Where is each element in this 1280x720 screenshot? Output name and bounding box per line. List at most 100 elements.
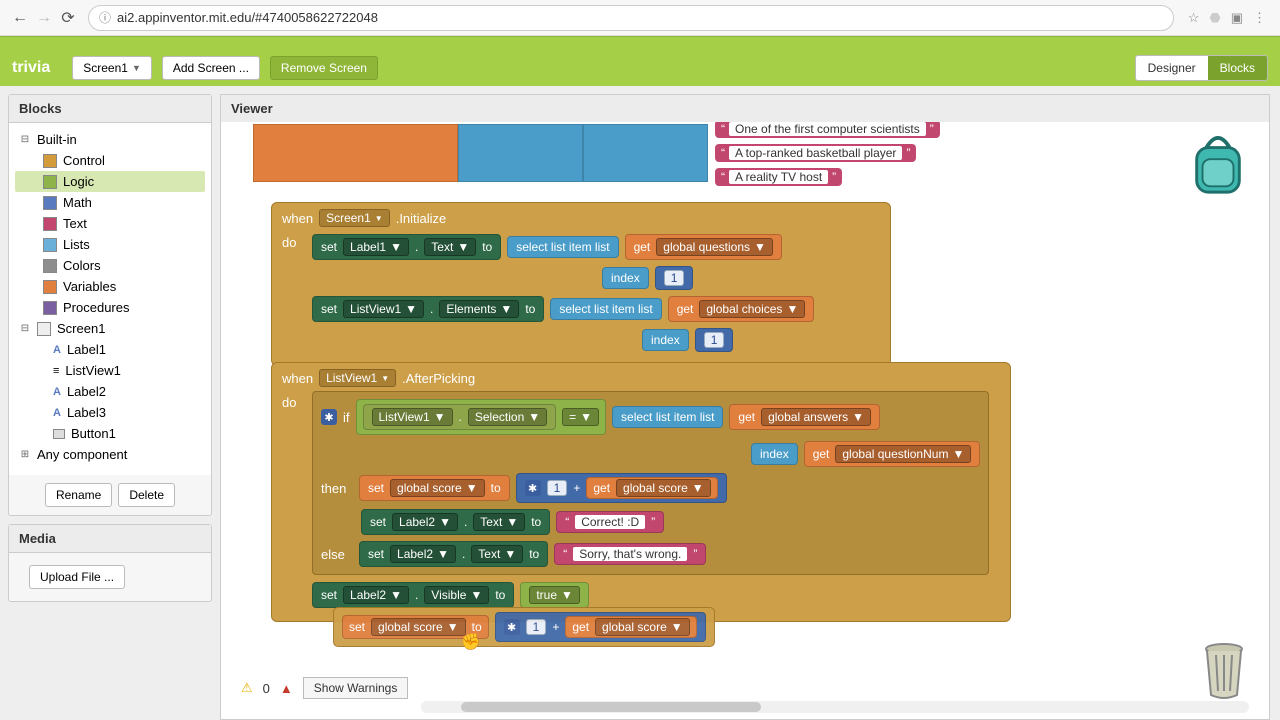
blocks-panel-header: Blocks (9, 95, 211, 123)
set-block[interactable]: set ListView1▼. Elements▼ to (312, 296, 544, 322)
tree-variables[interactable]: Variables (15, 276, 205, 297)
set-global-block[interactable]: set global score▼ to (359, 475, 510, 501)
tree-builtin[interactable]: ⊟Built-in (15, 129, 205, 150)
text-block[interactable]: “ Correct! :D ” (556, 511, 664, 533)
tree-math[interactable]: Math (15, 192, 205, 213)
equals-block[interactable]: ListView1▼. Selection▼ =▼ (356, 399, 607, 435)
top-partial-blocks (253, 124, 708, 182)
get-block[interactable]: get global answers▼ (729, 404, 880, 430)
component-dropdown[interactable]: Screen1▼ (319, 209, 390, 227)
get-block[interactable]: get global questions▼ (625, 234, 782, 260)
rename-button[interactable]: Rename (45, 483, 112, 507)
prop-dropdown[interactable]: ListView1▼ (343, 300, 424, 318)
add-screen-button[interactable]: Add Screen ... (162, 56, 260, 80)
if-block[interactable]: ✱ if ListView1▼. Selection▼ =▼ (312, 391, 989, 575)
text-block[interactable]: “ Sorry, that's wrong. ” (554, 543, 706, 565)
text-block[interactable]: “ A reality TV host ” (715, 168, 842, 186)
index-slot[interactable]: index (642, 329, 689, 351)
index-slot[interactable]: index (602, 267, 649, 289)
set-block[interactable]: set Label2▼. Text▼ to (359, 541, 548, 567)
index-slot[interactable]: index (751, 443, 798, 465)
address-bar[interactable]: ⓘ ai2.appinventor.mit.edu/#4740058622722… (88, 5, 1174, 31)
text-block[interactable]: “ A top-ranked basketball player ” (715, 144, 916, 162)
label-icon: A (53, 344, 61, 356)
prop-dropdown[interactable]: Text▼ (424, 238, 476, 256)
tree-logic[interactable]: Logic (15, 171, 205, 192)
trash-icon[interactable] (1199, 641, 1249, 699)
tree-screen1[interactable]: ⊟Screen1 (15, 318, 205, 339)
select-list-item-block[interactable]: select list item list (550, 298, 661, 320)
get-block[interactable]: get global questionNum▼ (804, 441, 981, 467)
get-block[interactable]: get global score▼ (565, 616, 696, 638)
upload-file-button[interactable]: Upload File ... (29, 565, 125, 589)
tree-procedures[interactable]: Procedures (15, 297, 205, 318)
op-dropdown[interactable]: =▼ (562, 408, 599, 426)
prop-dropdown[interactable]: Label1▼ (343, 238, 409, 256)
collapse-icon: ⊟ (19, 134, 31, 145)
extension-icon[interactable]: ⬣ (1209, 10, 1220, 26)
tree-text[interactable]: Text (15, 213, 205, 234)
plus-block[interactable]: ✱ 1 + get global score▼ (516, 473, 727, 503)
backpack-icon[interactable] (1187, 132, 1249, 198)
get-block[interactable]: get global score▼ (586, 477, 717, 499)
gear-icon[interactable]: ✱ (525, 480, 541, 496)
star-icon[interactable]: ☆ (1188, 10, 1200, 26)
tree-button1[interactable]: Button1 (15, 423, 205, 444)
set-block[interactable]: set Label2▼. Text▼ to (361, 509, 550, 535)
info-icon: ⓘ (99, 9, 111, 26)
delete-button[interactable]: Delete (118, 483, 175, 507)
reload-icon[interactable]: ⟳ (56, 6, 80, 30)
selection-block[interactable]: ListView1▼. Selection▼ (363, 404, 557, 430)
gear-icon[interactable]: ✱ (504, 619, 520, 635)
remove-screen-button[interactable]: Remove Screen (270, 56, 378, 80)
set-block[interactable]: set Label1▼. Text▼ to (312, 234, 501, 260)
button-icon (53, 429, 65, 439)
media-panel: Media Upload File ... (8, 524, 212, 602)
designer-tab[interactable]: Designer (1136, 56, 1208, 80)
left-column: Blocks ⊟Built-in Control Logic Math Text… (0, 86, 220, 720)
chevron-down-icon: ▼ (132, 63, 141, 73)
blocks-tab[interactable]: Blocks (1208, 56, 1267, 80)
tree-label2[interactable]: ALabel2 (15, 381, 205, 402)
collapse-icon: ⊟ (19, 323, 31, 334)
tree-buttons: Rename Delete (9, 475, 211, 515)
viewer-header: Viewer (220, 94, 1270, 122)
get-block[interactable]: get global choices▼ (668, 296, 815, 322)
blocks-workspace[interactable]: “ One of the first computer scientists ”… (220, 122, 1270, 720)
forward-icon[interactable]: → (32, 6, 56, 30)
lists-icon (43, 238, 57, 252)
detached-set-block[interactable]: set global score▼ to ✱ 1 + get global sc… (333, 607, 715, 647)
gear-icon[interactable]: ✱ (321, 409, 337, 425)
true-block[interactable]: true▼ (520, 582, 589, 608)
tree-label3[interactable]: ALabel3 (15, 402, 205, 423)
prop-dropdown[interactable]: Elements▼ (439, 300, 519, 318)
procedures-icon (43, 301, 57, 315)
screen-select[interactable]: Screen1▼ (72, 56, 152, 80)
media-panel-header: Media (9, 525, 211, 553)
when-screen1-initialize-block[interactable]: when Screen1▼ .Initialize do set Label1▼… (271, 202, 891, 366)
control-icon (43, 154, 57, 168)
menu-icon[interactable]: ⋮ (1253, 10, 1266, 26)
tree-control[interactable]: Control (15, 150, 205, 171)
tree-any[interactable]: ⊞Any component (15, 444, 205, 465)
select-list-item-block[interactable]: select list item list (612, 406, 723, 428)
horizontal-scrollbar[interactable] (421, 701, 1249, 713)
number-block[interactable]: 1 (655, 266, 694, 290)
plus-block[interactable]: ✱ 1 + get global score▼ (495, 612, 706, 642)
tree-label1[interactable]: ALabel1 (15, 339, 205, 360)
cursor-icon: ✊ (461, 632, 481, 652)
cast-icon[interactable]: ▣ (1231, 10, 1243, 26)
expand-icon: ⊞ (19, 449, 31, 460)
number-block[interactable]: 1 (695, 328, 734, 352)
viewer-column: Viewer “ One of the first computer scien… (220, 86, 1280, 720)
tree-colors[interactable]: Colors (15, 255, 205, 276)
component-dropdown[interactable]: ListView1▼ (319, 369, 396, 387)
show-warnings-button[interactable]: Show Warnings (303, 677, 409, 699)
tree-listview1[interactable]: ≡ListView1 (15, 360, 205, 381)
select-list-item-block[interactable]: select list item list (507, 236, 618, 258)
tree-lists[interactable]: Lists (15, 234, 205, 255)
set-block[interactable]: set Label2▼. Visible▼ to (312, 582, 514, 608)
text-block[interactable]: “ One of the first computer scientists ” (715, 122, 940, 138)
when-listview1-afterpicking-block[interactable]: when ListView1▼ .AfterPicking do ✱ if (271, 362, 1011, 622)
back-icon[interactable]: ← (8, 6, 32, 30)
